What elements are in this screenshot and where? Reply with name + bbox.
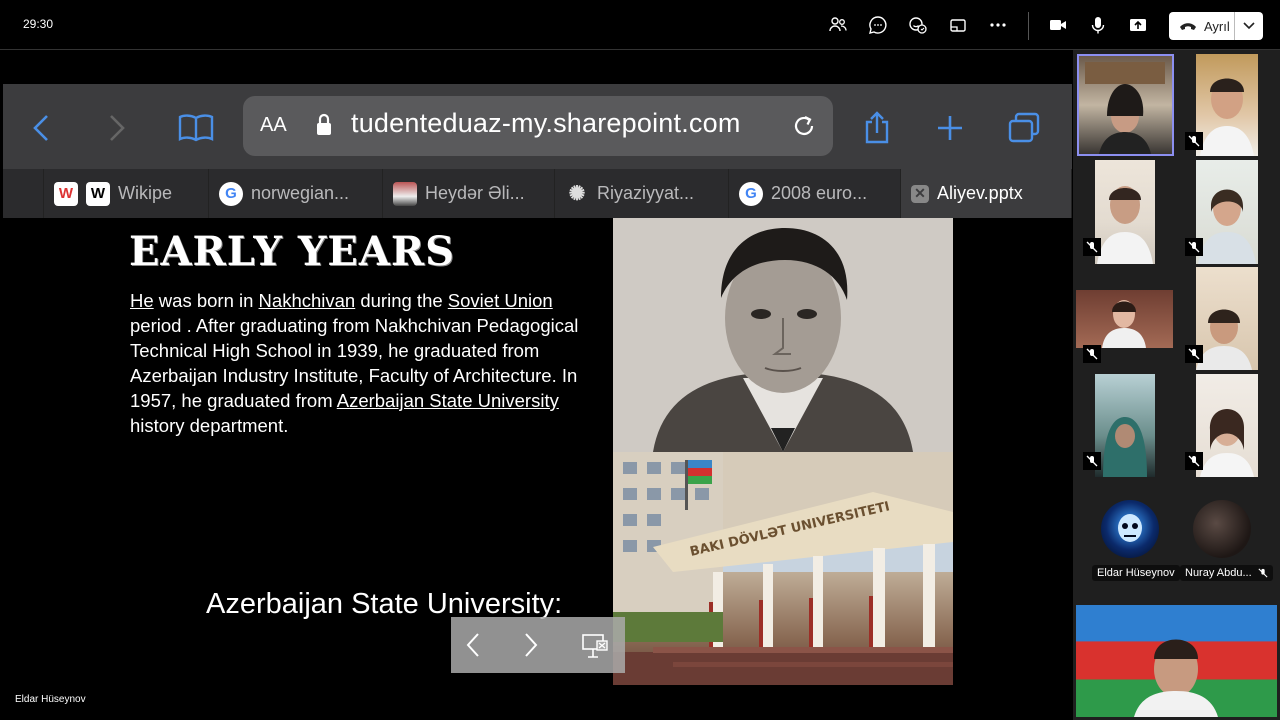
google-icon: G [739,181,763,206]
slide-body-text: He was born in Nakhchivan during the Sov… [130,288,600,438]
muted-mic-icon [1185,238,1203,256]
tab-label: 2008 euro... [771,183,868,203]
tab-label: Aliyev.pptx [937,183,1023,203]
new-tab-icon[interactable] [932,110,968,146]
share-screen-icon[interactable] [1127,14,1149,36]
link-he[interactable]: He [130,290,154,311]
more-icon[interactable] [987,14,1009,36]
browser-nav-row: AA tudenteduaz-my.sharepoint.com [3,84,1072,169]
participant-avatar[interactable] [1193,500,1251,558]
hangup-icon [1180,23,1196,30]
close-tab-icon[interactable]: ✕ [911,184,929,203]
participant-video[interactable] [1077,54,1174,156]
self-view-video[interactable] [1076,605,1277,717]
gear-favicon-icon: ✺ [568,183,586,205]
muted-mic-icon [1185,452,1203,470]
muted-mic-icon [1083,345,1101,363]
link-nakhchivan[interactable]: Nakhchivan [259,290,356,311]
participants-icon[interactable] [827,14,849,36]
reload-icon[interactable] [791,113,817,143]
body-text: history department. [130,415,289,436]
tab-label: Wikipe [118,183,173,203]
toolbar-divider [1028,12,1029,40]
tab-label: Riyaziyyat... [597,183,695,203]
wikipedia-icon: W [86,181,110,206]
link-azerbaijan-state-university[interactable]: Azerbaijan State University [337,390,559,411]
tab-norwegian[interactable]: G norwegian... [209,169,383,218]
muted-mic-icon [1185,132,1203,150]
participant-video[interactable] [1095,374,1155,477]
slide-controls [451,617,625,673]
browser-chrome: AA tudenteduaz-my.sharepoint.com W W Wik… [3,84,1072,218]
participant-name: Nuray Abdu... [1185,567,1252,579]
participant-video[interactable] [1076,290,1173,348]
share-icon[interactable] [859,110,895,146]
muted-mic-icon [1185,345,1203,363]
portrait-photo [613,218,953,452]
body-text: was born in [153,290,259,311]
share-tray-icon[interactable] [947,14,969,36]
tab-euro[interactable]: G 2008 euro... [729,169,901,218]
address-bar[interactable]: AA tudenteduaz-my.sharepoint.com [243,96,833,156]
tabs-overview-icon[interactable] [1006,110,1042,146]
url-text: tudenteduaz-my.sharepoint.com [351,108,741,138]
reader-aa-button[interactable]: AA [260,114,287,137]
leave-label: Ayrıl [1204,18,1230,34]
muted-mic-icon [1083,452,1101,470]
body-text: during the [355,290,448,311]
muted-mic-icon [1083,238,1101,256]
chat-icon[interactable] [867,14,889,36]
presenter-name: Eldar Hüseynov [15,694,86,705]
previous-slide-icon[interactable] [457,629,489,661]
tab-aliyev-pptx[interactable]: ✕ Aliyev.pptx [901,169,1072,218]
slide-title: EARLY YEARS [129,228,456,275]
bookmarks-icon[interactable] [175,110,217,146]
participant-video[interactable] [1196,54,1258,156]
tab-label: norwegian... [251,183,350,203]
meeting-toolbar: 29:30 Ayrıl [0,0,1280,50]
end-slideshow-icon[interactable] [579,629,611,661]
next-slide-icon[interactable] [515,629,547,661]
participant-video[interactable] [1095,160,1155,264]
tab-heydar[interactable]: Heydər Əli... [383,169,555,218]
tab-wikipedia[interactable]: W W Wikipe [43,169,209,218]
back-icon[interactable] [23,110,59,146]
leave-button[interactable]: Ayrıl [1169,12,1263,40]
reactions-icon[interactable] [907,14,929,36]
participant-video[interactable] [1196,374,1258,477]
forward-icon[interactable] [99,110,135,146]
lock-icon [315,113,333,141]
portrait-favicon-icon [393,181,417,206]
camera-icon[interactable] [1047,14,1069,36]
participant-video[interactable] [1196,160,1258,264]
tab-riyaziyyat[interactable]: ✺ Riyaziyyat... [555,169,729,218]
meeting-timer: 29:30 [23,17,54,31]
mic-icon[interactable] [1087,14,1109,36]
google-icon: G [219,181,243,206]
link-soviet-union[interactable]: Soviet Union [448,290,553,311]
participant-name-tag: Nuray Abdu... [1180,565,1273,581]
tab-label: Heydər Əli... [425,183,525,203]
participant-name: Eldar Hüseynov [1092,565,1180,581]
participant-video[interactable] [1196,267,1258,370]
participant-avatar[interactable] [1101,500,1159,558]
browser-tabs: W W Wikipe G norwegian... Heydər Əli... … [3,169,1072,218]
university-building-photo: BAKI DÖVLƏT UNIVERSITETI [613,452,953,685]
muted-mic-icon [1258,568,1268,578]
leave-options-chevron-icon[interactable] [1235,22,1263,30]
w-favicon-icon: W [54,181,78,206]
